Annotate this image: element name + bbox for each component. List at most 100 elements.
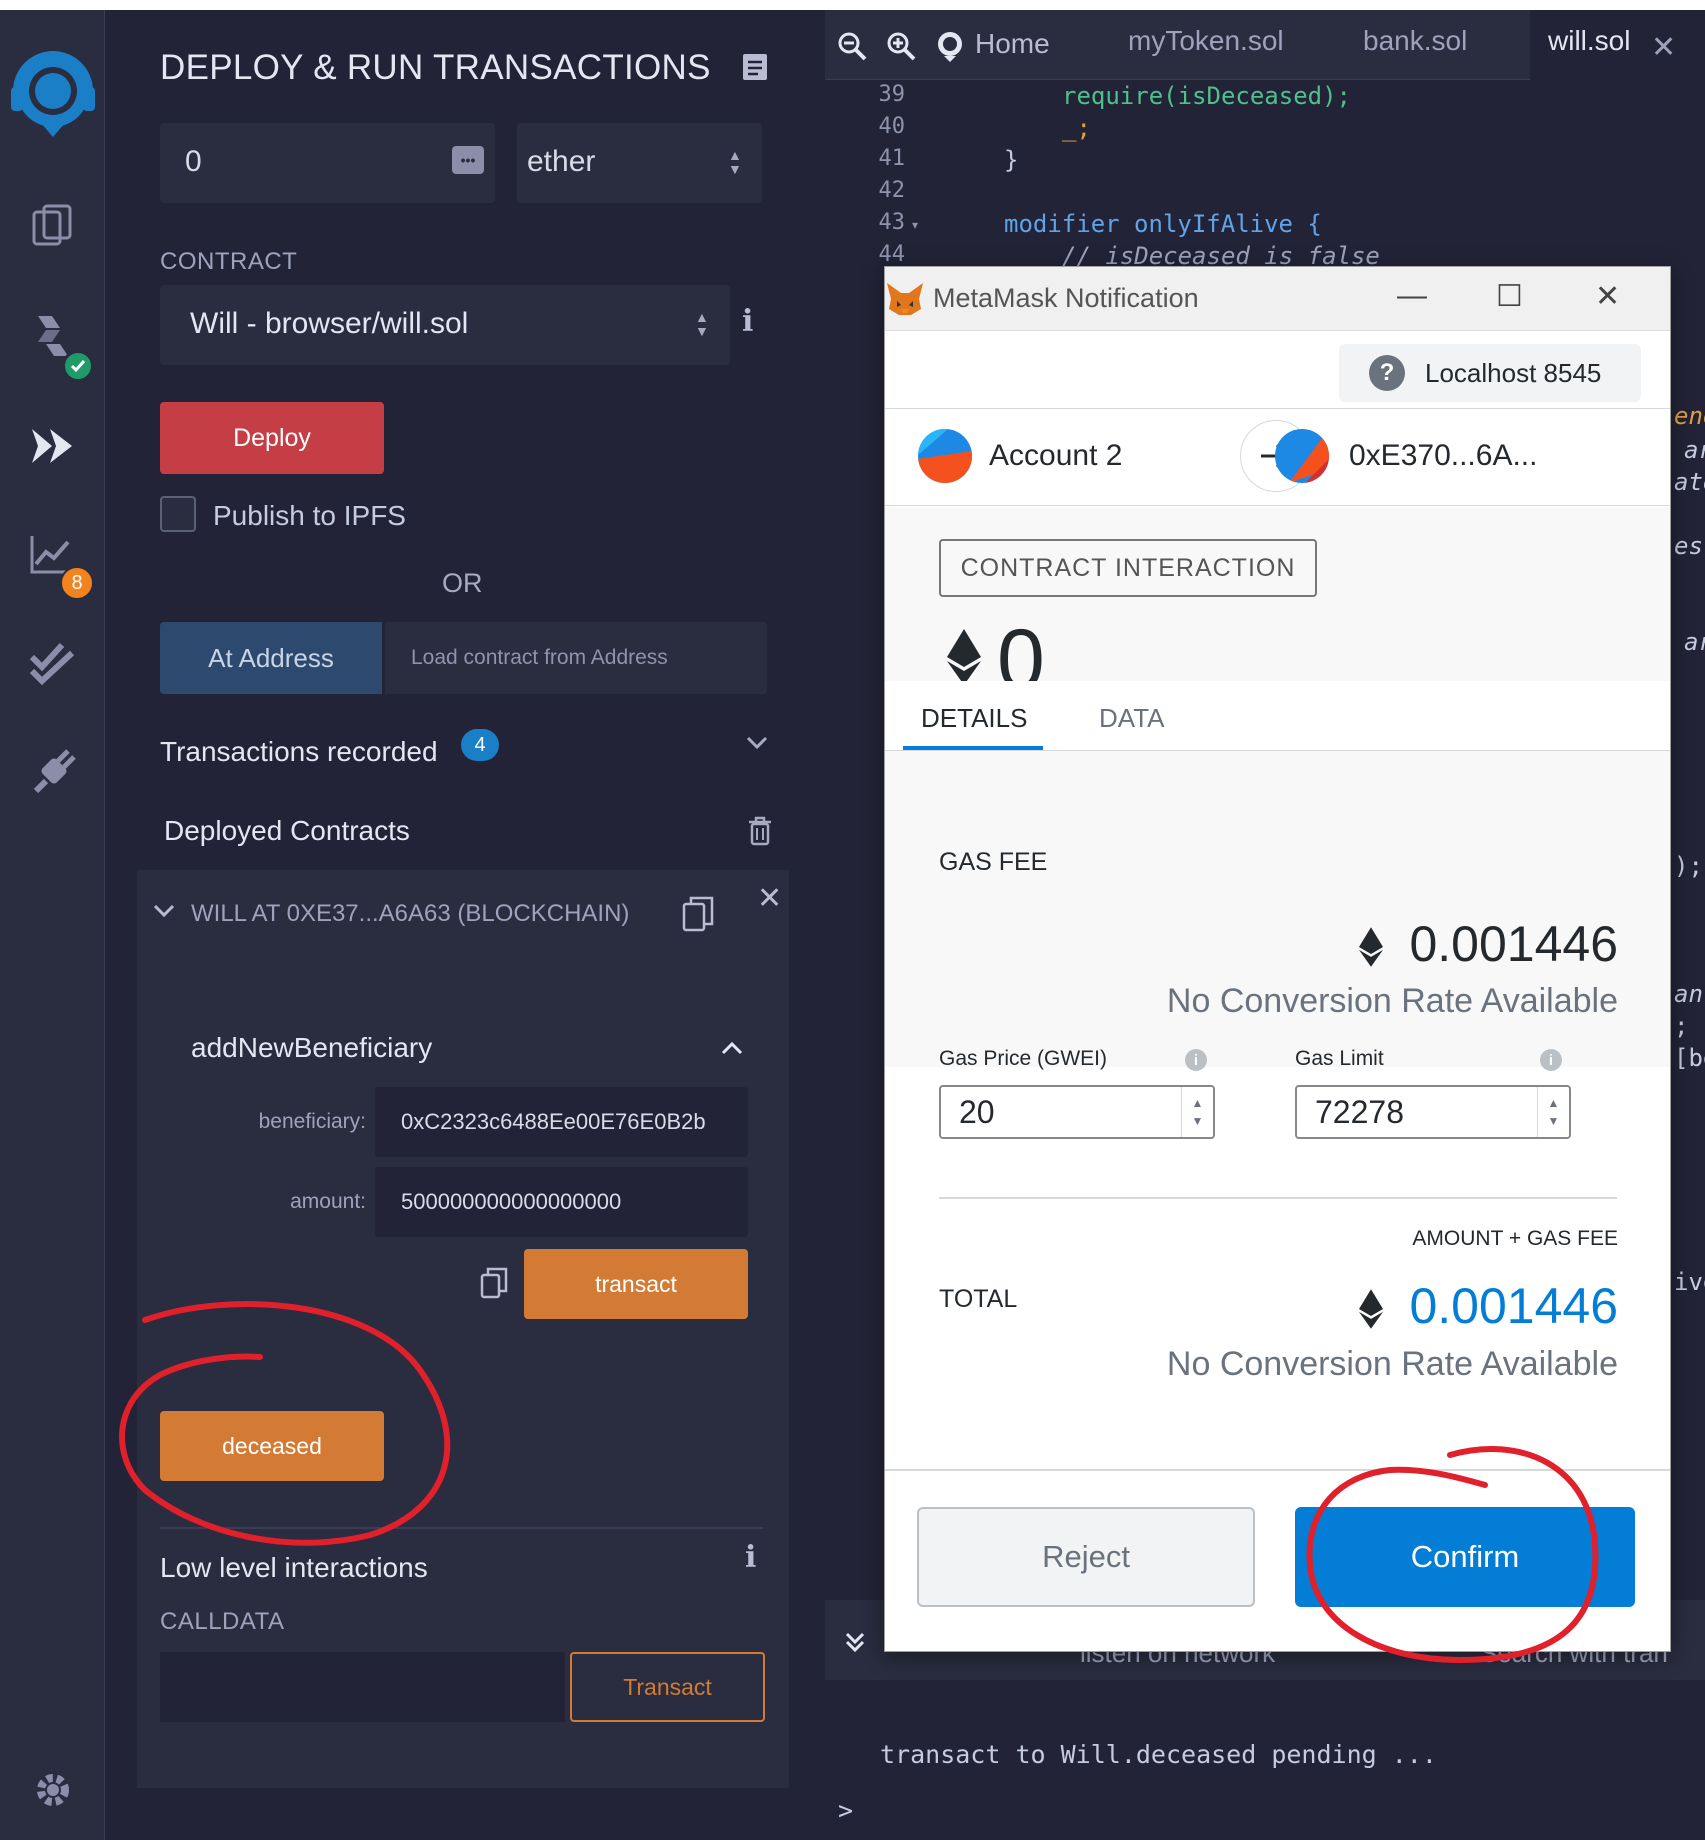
- remix-logo-icon[interactable]: [0, 40, 105, 150]
- line-number: 43: [878, 210, 906, 235]
- code-fragment: es: [1674, 532, 1703, 560]
- transact-button[interactable]: transact: [524, 1249, 748, 1319]
- param-label-beneficiary: beneficiary:: [258, 1110, 366, 1133]
- chevron-down-icon[interactable]: [745, 735, 769, 756]
- transactions-count-badge: 4: [461, 729, 499, 761]
- total-value: 0.001446: [1409, 1278, 1618, 1334]
- terminal-output: transact to Will.deceased pending ...: [880, 1740, 1437, 1769]
- contract-label: CONTRACT: [160, 248, 298, 275]
- line-number: 39: [878, 82, 906, 107]
- value-input[interactable]: [160, 123, 495, 203]
- metamask-fox-icon: [885, 281, 925, 322]
- gas-price-label: Gas Price (GWEI): [939, 1047, 1108, 1070]
- value-menu-icon[interactable]: •••: [452, 146, 484, 174]
- line-number: 41: [878, 146, 906, 171]
- terminal-prompt[interactable]: >: [838, 1796, 853, 1825]
- low-level-label: Low level interactions: [160, 1552, 428, 1583]
- zoom-out-icon[interactable]: [836, 30, 868, 67]
- chevron-up-icon[interactable]: [720, 1040, 744, 1061]
- code-fragment: ate: [1674, 468, 1705, 496]
- at-address-button[interactable]: At Address: [160, 622, 382, 694]
- maximize-icon[interactable]: ☐: [1496, 279, 1523, 314]
- gas-price-info-icon[interactable]: i: [1185, 1049, 1207, 1071]
- tab-will[interactable]: will.sol: [1548, 25, 1630, 57]
- deployed-contracts-label: Deployed Contracts: [164, 815, 410, 846]
- publish-ipfs-checkbox[interactable]: [160, 496, 196, 532]
- from-account-avatar: [918, 429, 972, 483]
- code-fragment: an: [1674, 980, 1703, 1008]
- fold-arrow-icon[interactable]: ▾: [912, 218, 918, 232]
- tab-mytoken[interactable]: myToken.sol: [1128, 25, 1284, 57]
- tab-details[interactable]: DETAILS: [921, 703, 1027, 734]
- calldata-label: CALLDATA: [160, 1608, 285, 1635]
- gas-price-input[interactable]: 20 ▲ ▼: [939, 1085, 1215, 1139]
- analysis-count-badge: 8: [60, 566, 94, 600]
- code-line: }: [1004, 146, 1019, 174]
- gas-limit-label: Gas Limit: [1295, 1047, 1384, 1070]
- load-address-input[interactable]: Load contract from Address: [385, 622, 767, 694]
- contract-select-value: Will - browser/will.sol: [190, 307, 469, 340]
- footer-divider: [885, 1469, 1670, 1471]
- deceased-button[interactable]: deceased: [160, 1411, 384, 1481]
- contract-info-icon[interactable]: i: [742, 304, 753, 339]
- copy-calldata-icon[interactable]: [480, 1267, 508, 1304]
- deploy-button[interactable]: Deploy: [160, 402, 384, 474]
- total-label: TOTAL: [939, 1285, 1018, 1313]
- publish-ipfs-label: Publish to IPFS: [213, 500, 406, 531]
- documentation-icon[interactable]: [741, 52, 769, 87]
- code-line: _;: [1062, 114, 1091, 142]
- close-tab-icon[interactable]: ✕: [1651, 30, 1676, 65]
- divider: [939, 1197, 1617, 1199]
- confirm-button[interactable]: Confirm: [1295, 1507, 1635, 1607]
- gas-limit-value: 72278: [1315, 1093, 1404, 1130]
- mm-window-title: MetaMask Notification: [933, 283, 1199, 313]
- gas-price-value: 20: [959, 1093, 995, 1130]
- unit-select-arrows-icon: ▲ ▼: [728, 147, 742, 177]
- transactions-recorded-label[interactable]: Transactions recorded: [160, 736, 438, 768]
- code-fragment: ;: [1674, 1012, 1689, 1040]
- deploy-run-icon[interactable]: [0, 406, 105, 486]
- close-window-icon[interactable]: ✕: [1595, 279, 1620, 314]
- settings-icon[interactable]: [0, 1750, 105, 1830]
- code-fragment: );: [1674, 852, 1703, 880]
- tab-home[interactable]: Home: [975, 28, 1050, 60]
- file-explorer-icon[interactable]: [0, 185, 105, 265]
- code-fragment: ar: [1684, 628, 1705, 656]
- instance-chevron-icon[interactable]: [152, 903, 176, 924]
- amount-input[interactable]: 500000000000000000: [375, 1167, 748, 1237]
- low-level-transact-button[interactable]: Transact: [570, 1652, 765, 1722]
- contract-select-arrows-icon: ▲ ▼: [695, 309, 709, 339]
- collapse-terminal-icon[interactable]: [843, 1630, 867, 1659]
- zoom-in-icon[interactable]: [885, 30, 917, 67]
- tab-data[interactable]: DATA: [1099, 703, 1164, 734]
- instance-title: WILL AT 0XE37...A6A63 (BLOCKCHAIN): [191, 900, 630, 927]
- question-icon: ?: [1369, 355, 1405, 391]
- low-level-info-icon[interactable]: i: [745, 1540, 756, 1575]
- total-conversion: No Conversion Rate Available: [1166, 1345, 1618, 1383]
- minimize-icon[interactable]: —: [1397, 279, 1427, 313]
- code-line: require(isDeceased);: [1062, 82, 1351, 110]
- beneficiary-input[interactable]: 0xC2323c6488Ee00E76E0B2b: [375, 1087, 748, 1157]
- tab-bank[interactable]: bank.sol: [1363, 25, 1467, 57]
- gas-price-stepper[interactable]: ▲ ▼: [1181, 1087, 1213, 1137]
- param-label-amount: amount:: [290, 1190, 366, 1213]
- plugin-manager-icon[interactable]: [0, 732, 105, 812]
- code-fragment: ive: [1674, 1268, 1705, 1296]
- code-fragment: ar: [1684, 436, 1705, 464]
- to-account-avatar: [1275, 429, 1329, 483]
- trash-icon[interactable]: [746, 815, 774, 852]
- close-instance-icon[interactable]: ✕: [757, 881, 782, 916]
- to-address[interactable]: 0xE370...6A...: [1349, 439, 1537, 473]
- gas-limit-input[interactable]: 72278 ▲ ▼: [1295, 1085, 1571, 1139]
- from-account-name[interactable]: Account 2: [989, 439, 1122, 473]
- line-number: 40: [878, 114, 906, 139]
- unit-testing-icon[interactable]: [0, 622, 105, 702]
- gas-fee-conversion: No Conversion Rate Available: [1166, 982, 1618, 1020]
- value-input-text: 0: [185, 145, 202, 178]
- network-selector[interactable]: ? Localhost 8545: [1339, 344, 1641, 402]
- reject-button[interactable]: Reject: [917, 1507, 1255, 1607]
- copy-address-icon[interactable]: [682, 896, 714, 937]
- gas-limit-info-icon[interactable]: i: [1540, 1049, 1562, 1071]
- calldata-input[interactable]: [160, 1652, 565, 1722]
- gas-limit-stepper[interactable]: ▲ ▼: [1537, 1087, 1569, 1137]
